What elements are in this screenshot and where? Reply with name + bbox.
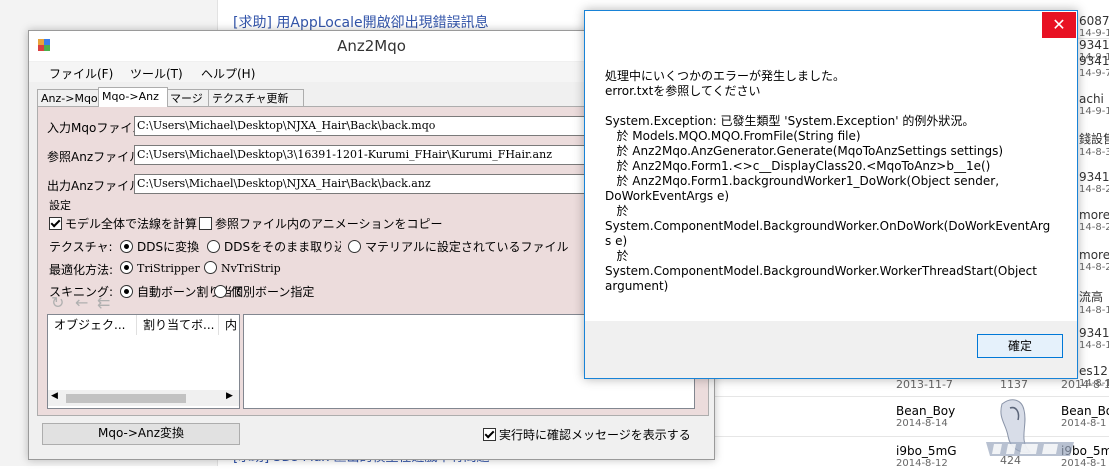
right-column-item[interactable]: 9341 14-9-7 (1079, 54, 1109, 80)
compute-normals-checkbox[interactable]: モデル全体で法線を計算 (49, 215, 197, 232)
right-column-item[interactable]: 9341 14-8-1 (1079, 326, 1109, 352)
arrow-left-icon[interactable]: ← (75, 293, 88, 312)
row-author[interactable]: Bean_Boy 2014-8-14 (896, 404, 955, 430)
message-line: 於 (605, 204, 629, 218)
right-column-item[interactable]: 9341 14-8-2 (1079, 170, 1109, 196)
refresh-icon[interactable]: ↻ (51, 293, 64, 312)
right-column-item[interactable]: moren14-8-2 (1079, 248, 1109, 274)
message-line: 於 Anz2Mqo.Form1.backgroundWorker1_DoWork… (605, 174, 1000, 188)
optimize-label: 最適化方法: (49, 263, 114, 277)
message-line: 於 Models.MQO.MQO.FromFile(String file) (605, 129, 861, 143)
right-column-item[interactable]: 流高 14-8-1 (1079, 288, 1109, 317)
column-object[interactable]: オブジェク... (48, 315, 137, 335)
tab-anz-to-mqo[interactable]: Anz->Mqo (37, 89, 100, 107)
input-mqo-field[interactable]: C:\Users\Michael\Desktop\NJXA_Hair\Back\… (134, 116, 598, 136)
texture-option-material-file[interactable]: マテリアルに設定されているファイル (348, 238, 569, 255)
tab-mqo-to-anz[interactable]: Mqo->Anz (98, 87, 168, 107)
dialog-footer: 確定 (585, 321, 1077, 378)
message-line: System.ComponentModel.BackgroundWorker.O… (605, 219, 1051, 233)
scroll-right-icon[interactable]: ▶ (226, 391, 233, 401)
radio-icon (204, 261, 217, 274)
optimize-option-nvtristrip[interactable]: NvTriStrip (204, 261, 281, 275)
error-message: 処理中にいくつかのエラーが発生しました。 error.txtを参照してください … (605, 69, 1051, 294)
output-anz-label: 出力Anzファイル (47, 179, 142, 193)
checkbox-checked-icon (49, 217, 62, 230)
close-icon[interactable]: ✕ (1042, 12, 1076, 38)
convert-button[interactable]: Mqo->Anz変換 (42, 423, 240, 445)
reference-anz-label: 参照Anzファイル (47, 150, 142, 164)
message-line: 処理中にいくつかのエラーが発生しました。 (605, 69, 846, 83)
dialog-titlebar[interactable]: ✕ (585, 11, 1077, 39)
right-column-item[interactable]: moren14-8-2 (1079, 208, 1109, 234)
message-line: DoWorkEventArgs e) (605, 189, 730, 203)
row-reply-count: 1137 (1000, 378, 1028, 391)
message-line: argument) (605, 279, 669, 293)
input-mqo-label: 入力Mqoファイル (47, 121, 145, 135)
output-anz-field[interactable]: C:\Users\Michael\Desktop\NJXA_Hair\Back\… (134, 174, 598, 194)
right-column-item[interactable]: achi 14-9-1 (1079, 92, 1109, 118)
message-line: error.txtを参照してください (605, 84, 761, 98)
message-line: 於 Anz2Mqo.Form1.<>c__DisplayClass20.<Mqo… (605, 159, 991, 173)
copy-animation-checkbox[interactable]: 参照ファイル内のアニメーションをコピー (199, 215, 443, 232)
message-line: s e) (605, 234, 628, 248)
right-column-item[interactable]: 錢設售14-8-3 (1079, 130, 1109, 159)
message-line: 於 Anz2Mqo.AnzGenerator.Generate(MqoToAnz… (605, 144, 1004, 158)
radio-icon (214, 285, 227, 298)
checkbox-checked-icon (483, 428, 496, 441)
tab-texture-update[interactable]: テクスチャ更新 (208, 89, 304, 107)
texture-option-import-dds[interactable]: DDSをそのまま取り込む (207, 238, 341, 255)
right-column-item[interactable]: 6087 14-9-1 (1079, 14, 1109, 40)
message-line: System.Exception: 已發生類型 'System.Exceptio… (605, 114, 975, 128)
column-content[interactable]: 内 (219, 315, 239, 335)
menu-file[interactable]: ファイル(F) (49, 65, 113, 82)
menu-help[interactable]: ヘルプ(H) (201, 65, 255, 82)
row-post-date: 2013-11-7 (896, 378, 953, 391)
texture-option-convert-dds[interactable]: DDSに変換 (120, 238, 199, 255)
move-left-icon[interactable]: ⇇ (97, 293, 110, 312)
message-line (605, 99, 1045, 114)
menu-tools[interactable]: ツール(T) (130, 65, 183, 82)
scroll-left-icon[interactable]: ◀ (51, 391, 58, 401)
skinning-option-manual[interactable]: 個別ボーン指定 (214, 283, 314, 300)
column-assigned-bone[interactable]: 割り当てボ... (137, 315, 219, 335)
tab-merge[interactable]: マージ (166, 89, 210, 107)
message-line: System.ComponentModel.BackgroundWorker.W… (605, 264, 1037, 278)
radio-selected-icon (120, 240, 133, 253)
reference-anz-field[interactable]: C:\Users\Michael\Desktop\3\16391-1201-Ku… (134, 145, 598, 165)
texture-label: テクスチャ: (49, 240, 113, 254)
row-last-date: 2014-8-1 (1061, 378, 1109, 391)
scroll-thumb[interactable] (66, 394, 186, 403)
message-line: 於 (605, 249, 629, 263)
optimize-option-tristripper[interactable]: TriStripper (120, 261, 200, 275)
settings-group-label: 設定 (49, 199, 71, 212)
radio-icon (207, 240, 220, 253)
list-horizontal-scrollbar[interactable]: ◀ ▶ (48, 390, 239, 406)
radio-icon (348, 240, 361, 253)
row-author[interactable]: i9bo_5mG 2014-8-12 (896, 444, 957, 470)
error-dialog: ✕ 処理中にいくつかのエラーが発生しました。 error.txtを参照してくださ… (584, 10, 1078, 379)
radio-selected-icon (120, 261, 133, 274)
ok-button[interactable]: 確定 (977, 334, 1063, 358)
confirm-message-checkbox[interactable]: 実行時に確認メッセージを表示する (483, 426, 691, 443)
thread-title-top[interactable]: [求助] 用AppLocale開啟卻出現錯誤訊息 (233, 12, 489, 32)
site-logo (986, 399, 1074, 456)
object-bone-list[interactable]: オブジェク... 割り当てボ... 内 ◀ ▶ (47, 314, 240, 409)
checkbox-unchecked-icon (199, 217, 212, 230)
radio-selected-icon (120, 285, 133, 298)
